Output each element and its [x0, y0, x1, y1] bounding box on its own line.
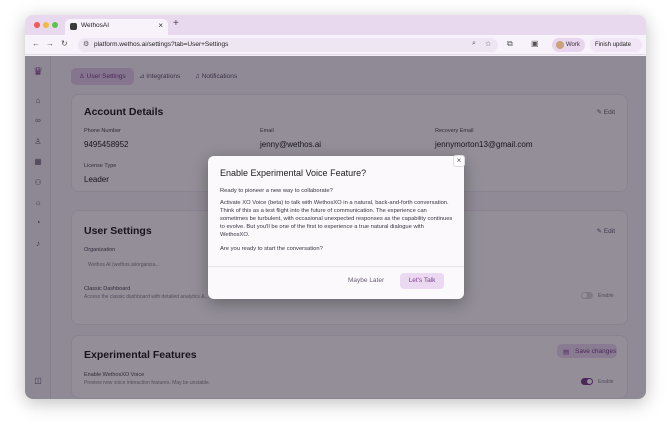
- profile-avatar: [556, 41, 564, 49]
- zoom-icon[interactable]: ⌕: [472, 40, 476, 48]
- enable-voice-modal: × Enable Experimental Voice Feature? Rea…: [208, 155, 465, 299]
- modal-title: Enable Experimental Voice Feature?: [220, 168, 367, 178]
- browser-toolbar: ← → ↻ ⚙ platform.wethos.ai/settings?tab=…: [25, 35, 646, 55]
- modal-divider: [208, 266, 464, 267]
- profile-button[interactable]: Work: [552, 38, 585, 52]
- url-text[interactable]: platform.wethos.ai/settings?tab=User+Set…: [94, 41, 228, 48]
- browser-window: WethosAI × + ← → ↻ ⚙ platform.wethos.ai/…: [25, 15, 646, 399]
- back-arrow-icon[interactable]: ←: [32, 39, 40, 48]
- bookmark-star-icon[interactable]: ☆: [485, 40, 491, 48]
- modal-question: Are you ready to start the conversation?: [220, 246, 323, 252]
- reload-icon[interactable]: ↻: [61, 39, 68, 48]
- extensions-icon[interactable]: ⧉: [507, 39, 513, 49]
- browser-tab-title: WethosAI: [81, 22, 110, 29]
- profile-label: Work: [566, 41, 580, 48]
- wethos-favicon-icon: [70, 23, 77, 30]
- address-bar[interactable]: ⚙ platform.wethos.ai/settings?tab=User+S…: [78, 38, 498, 52]
- modal-close-icon[interactable]: ×: [453, 155, 465, 167]
- minimize-window-button[interactable]: [43, 22, 49, 28]
- modal-intro: Ready to pioneer a new way to collaborat…: [220, 188, 333, 194]
- forward-arrow-icon[interactable]: →: [46, 39, 54, 48]
- tab-close-icon[interactable]: ×: [158, 21, 163, 30]
- maybe-later-button[interactable]: Maybe Later: [348, 277, 384, 284]
- new-tab-button[interactable]: +: [173, 18, 179, 29]
- browser-tab[interactable]: WethosAI ×: [65, 19, 168, 35]
- finish-update-button[interactable]: Finish update: [590, 38, 642, 52]
- modal-body: Activate XO Voice (beta) to talk with We…: [220, 200, 453, 238]
- lets-talk-button[interactable]: Let's Talk: [400, 273, 444, 289]
- side-panel-icon[interactable]: ▣: [531, 39, 539, 48]
- maximize-window-button[interactable]: [52, 22, 58, 28]
- finish-update-label: Finish update: [595, 41, 632, 48]
- close-window-button[interactable]: [34, 22, 40, 28]
- tab-strip: WethosAI × +: [25, 15, 646, 35]
- site-settings-icon[interactable]: ⚙: [83, 40, 89, 48]
